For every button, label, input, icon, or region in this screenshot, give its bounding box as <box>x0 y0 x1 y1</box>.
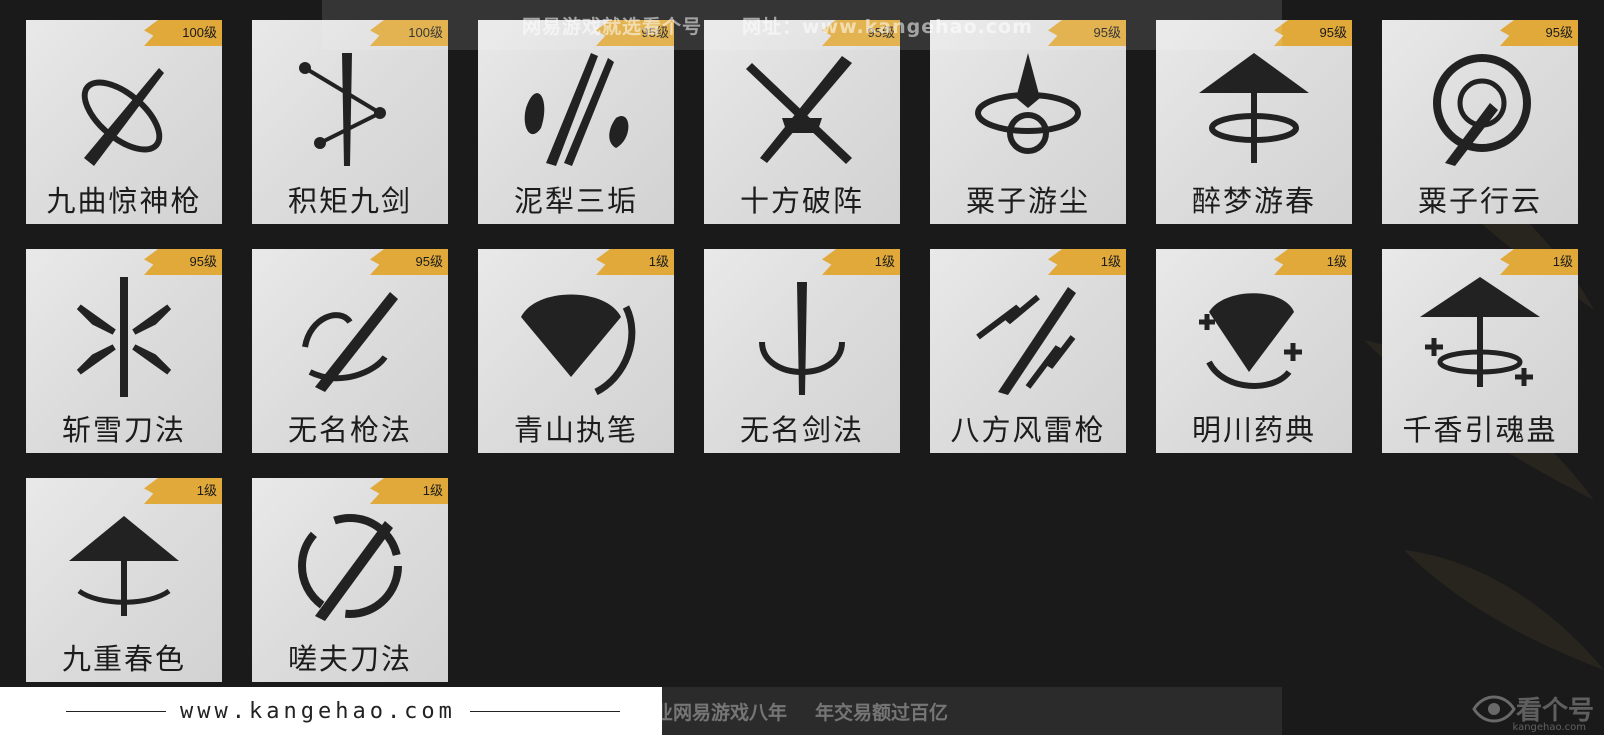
skill-name: 青山执笔 <box>513 413 638 447</box>
skill-name: 积矩九剑 <box>287 184 412 218</box>
watermark-banner: 网易游戏就选看个号 网址：www.kangehao.com <box>322 0 1282 50</box>
skill-name: 嗟夫刀法 <box>287 642 412 676</box>
level-badge: 1级 <box>370 478 448 504</box>
skill-name: 粟子游尘 <box>965 184 1090 218</box>
skill-name: 千香引魂蛊 <box>1402 413 1558 447</box>
skill-tile[interactable]: 95级 醉梦游春 <box>1156 20 1352 224</box>
skill-tile[interactable]: 95级 泥犁三垢 <box>478 20 674 224</box>
skill-tile[interactable]: 1级 八方风雷枪 <box>930 249 1126 453</box>
banner-site: 网易游戏就选看个号 <box>522 15 703 38</box>
skill-name: 无名剑法 <box>739 413 864 447</box>
lightning-spear-icon <box>976 287 1076 395</box>
skill-name: 九曲惊神枪 <box>46 184 202 218</box>
spear-slash-icon <box>302 292 398 392</box>
skill-tile[interactable]: 95级 粟子行云 <box>1382 20 1578 224</box>
eye-logo-icon <box>1472 695 1516 722</box>
site-logo: 看个号 kangehao.com <box>1472 690 1594 733</box>
skill-name: 斩雪刀法 <box>61 413 186 447</box>
spear-vortex-icon <box>975 53 1081 154</box>
crossed-swords-icon <box>746 56 852 164</box>
skill-name: 泥犁三垢 <box>513 184 638 218</box>
level-badge: 1级 <box>1048 249 1126 275</box>
flame-blades-icon <box>524 53 629 166</box>
divider <box>469 710 620 712</box>
level-badge: 95级 <box>1274 20 1352 46</box>
skill-tile[interactable]: 95级 粟子游尘 <box>930 20 1126 224</box>
skill-tile[interactable]: 1级 无名剑法 <box>704 249 900 453</box>
fan-icon <box>521 294 636 396</box>
skill-name: 无名枪法 <box>287 413 412 447</box>
skill-tile[interactable]: 1级 明川药典 <box>1156 249 1352 453</box>
footer-url: www.kangehao.com <box>180 698 456 724</box>
sword-constellation-icon <box>299 53 386 166</box>
umbrella-spin-icon <box>69 516 179 616</box>
skill-tile[interactable]: 1级 千香引魂蛊 <box>1382 249 1578 453</box>
umbrella-swirl-icon <box>1199 53 1309 163</box>
spear-swirl-icon <box>81 68 164 166</box>
footer-bar: www.kangehao.com <box>0 687 662 735</box>
skill-name: 八方风雷枪 <box>950 413 1106 447</box>
skill-tile[interactable]: 95级 斩雪刀法 <box>26 249 222 453</box>
skill-tile[interactable]: 100级 九曲惊神枪 <box>26 20 222 224</box>
level-badge: 100级 <box>144 20 222 46</box>
fan-plus-icon <box>1199 293 1302 389</box>
skill-name: 明川药典 <box>1191 413 1316 447</box>
skill-tile[interactable]: 95级 十方破阵 <box>704 20 900 224</box>
skill-tile[interactable]: 100级 积矩九剑 <box>252 20 448 224</box>
skill-name: 十方破阵 <box>739 184 864 218</box>
spear-circle-icon <box>1433 54 1531 166</box>
level-badge: 1级 <box>1500 249 1578 275</box>
sword-ring-icon <box>759 282 845 395</box>
umbrella-plus-icon <box>1420 277 1540 387</box>
skill-tile[interactable]: 95级 无名枪法 <box>252 249 448 453</box>
skill-name: 醉梦游春 <box>1191 184 1316 218</box>
level-badge: 1级 <box>144 478 222 504</box>
slogan-b: 年交易额过百亿 <box>815 701 949 724</box>
level-badge: 1级 <box>822 249 900 275</box>
skill-name: 九重春色 <box>61 642 186 676</box>
level-badge: 95级 <box>370 249 448 275</box>
blade-circle-icon <box>298 514 402 621</box>
skill-tile[interactable]: 1级 嗟夫刀法 <box>252 478 448 682</box>
level-badge: 95级 <box>144 249 222 275</box>
snow-blade-icon <box>76 277 172 397</box>
skill-tile[interactable]: 1级 青山执笔 <box>478 249 674 453</box>
skill-tile[interactable]: 1级 九重春色 <box>26 478 222 682</box>
level-badge: 1级 <box>596 249 674 275</box>
logo-subtext: kangehao.com <box>1512 722 1586 733</box>
level-badge: 95级 <box>1500 20 1578 46</box>
banner-url: 网址：www.kangehao.com <box>742 15 1033 38</box>
level-badge: 1级 <box>1274 249 1352 275</box>
skill-name: 粟子行云 <box>1417 184 1542 218</box>
divider <box>66 710 166 712</box>
